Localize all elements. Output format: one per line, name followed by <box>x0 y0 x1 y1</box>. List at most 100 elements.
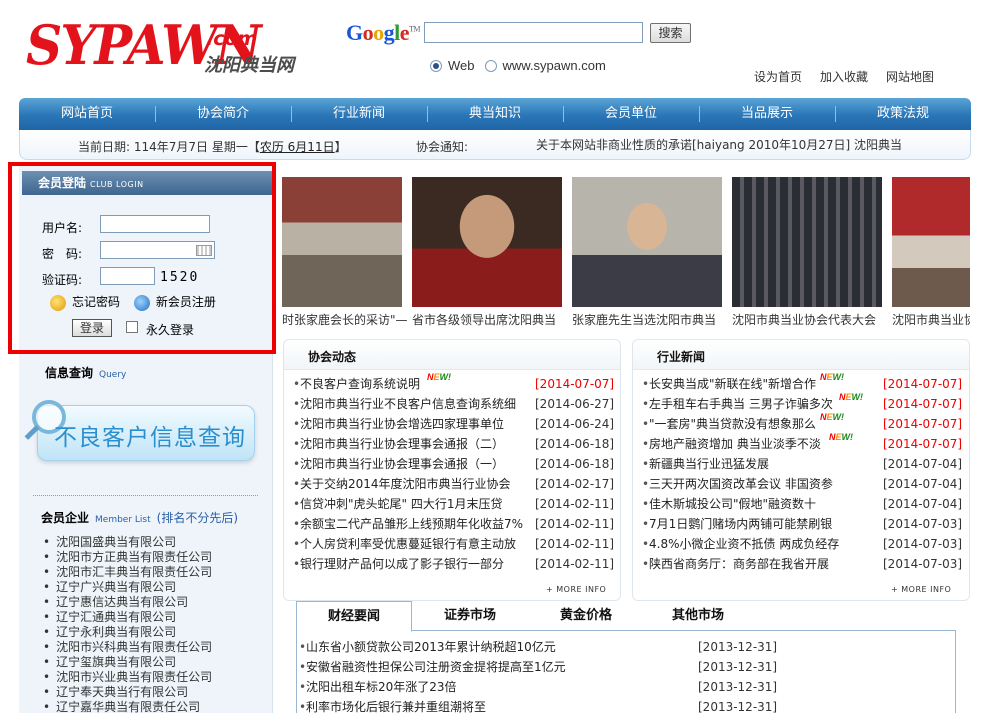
news-item[interactable]: 佳木斯城投公司"假地"融资数十[2014-07-04] <box>633 494 969 514</box>
member-item[interactable]: 沈阳市兴业典当有限责任公司 <box>43 670 212 685</box>
industry-news-box: 行业新闻 长安典当成"新联在线"新增合作NEW![2014-07-07] 左手租… <box>632 339 970 601</box>
association-news-title: 协会动态 <box>308 350 357 364</box>
news-item[interactable]: 左手租车右手典当 三男子诈骗多次NEW![2014-07-07] <box>633 392 969 414</box>
photo-image[interactable] <box>412 177 562 307</box>
industry-more-link[interactable]: MORE INFO <box>891 585 951 594</box>
member-item[interactable]: 辽宁奉天典当行有限公司 <box>43 685 212 700</box>
radio-site[interactable] <box>484 59 497 72</box>
remember-checkbox[interactable] <box>126 321 138 333</box>
photo-image[interactable] <box>892 177 970 307</box>
nav-pawn-knowledge[interactable]: 典当知识 <box>427 98 563 130</box>
news-item[interactable]: 沈阳市典当行业协会理事会通报（一）[2014-06-18] <box>284 454 620 474</box>
news-item[interactable]: 个人房贷利率受优惠蔓延银行有意主动放[2014-02-11] <box>284 534 620 554</box>
association-more-link[interactable]: MORE INFO <box>546 585 606 594</box>
member-item[interactable]: 沈阳市方正典当有限责任公司 <box>43 550 212 565</box>
notice-label: 协会通知: <box>416 140 469 154</box>
news-item[interactable]: 不良客户查询系统说明NEW![2014-07-07] <box>284 372 620 394</box>
photo-caption[interactable]: 省市各级领导出席沈阳典当 <box>412 311 556 328</box>
google-search-input[interactable] <box>424 22 643 43</box>
news-item[interactable]: 新疆典当行业迅猛发展[2014-07-04] <box>633 454 969 474</box>
photo-caption[interactable]: 张家鹿先生当选沈阳市典当 <box>572 311 716 328</box>
register-link[interactable]: 新会员注册 <box>156 295 216 309</box>
login-links: 忘记密码 新会员注册 <box>50 293 216 311</box>
photo-image[interactable] <box>732 177 882 307</box>
logo-chinese: 沈阳典当网 <box>204 55 294 76</box>
keyboard-icon[interactable] <box>196 245 212 256</box>
news-item[interactable]: 7月1日鹦门赌场内两铺可能禁刷银[2014-07-03] <box>633 514 969 534</box>
news-item[interactable]: "一套房"典当贷款没有想象那么NEW![2014-07-07] <box>633 412 969 434</box>
news-item[interactable]: 沈阳市典当行业协会增选四家理事单位[2014-06-24] <box>284 414 620 434</box>
login-button[interactable]: 登录 <box>72 319 112 337</box>
news-item[interactable]: 沈阳市典当行业不良客户信息查询系统细[2014-06-27] <box>284 394 620 414</box>
tab-stock-market[interactable]: 证券市场 <box>420 601 520 631</box>
tab-other-markets[interactable]: 其他市场 <box>648 601 748 631</box>
register-icon <box>133 294 150 311</box>
nav-members[interactable]: 会员单位 <box>563 98 699 130</box>
main-nav: 网站首页 协会简介 行业新闻 典当知识 会员单位 当品展示 政策法规 <box>19 98 971 130</box>
members-title: 会员企业 Member List (排名不分先后) <box>41 511 239 525</box>
member-item[interactable]: 辽宁惠信达典当有限公司 <box>43 595 212 610</box>
lunar-date-link[interactable]: 农历 6月11日 <box>260 140 335 154</box>
member-item[interactable]: 辽宁汇通典当有限公司 <box>43 610 212 625</box>
association-news-box: 协会动态 不良客户查询系统说明NEW![2014-07-07] 沈阳市典当行业不… <box>283 339 621 601</box>
photo-caption[interactable]: 沈阳市典当业协 <box>892 311 970 328</box>
info-query-title: 信息查询 Query <box>45 366 127 380</box>
finance-item[interactable]: 沈阳出租车标20年涨了23倍[2013-12-31] <box>296 677 956 697</box>
radio-web[interactable] <box>430 59 442 72</box>
news-item[interactable]: 沈阳市典当行业协会理事会通报（二）[2014-06-18] <box>284 434 620 454</box>
news-item[interactable]: 信贷冲刺"虎头蛇尾" 四大行1月末压贷[2014-02-11] <box>284 494 620 514</box>
news-item[interactable]: 长安典当成"新联在线"新增合作NEW![2014-07-07] <box>633 372 969 394</box>
search-button[interactable]: 搜索 <box>650 23 691 43</box>
photo-item[interactable]: 沈阳市典当业协 <box>892 177 970 332</box>
nav-policies[interactable]: 政策法规 <box>835 98 971 130</box>
member-item[interactable]: 辽宁玺旗典当有限公司 <box>43 655 212 670</box>
google-logo: GoogleTM <box>346 20 421 45</box>
member-item[interactable]: 辽宁广兴典当有限公司 <box>43 580 212 595</box>
photo-image[interactable] <box>572 177 722 307</box>
forgot-password-link[interactable]: 忘记密码 <box>72 295 120 309</box>
industry-news-title: 行业新闻 <box>657 350 706 364</box>
add-favorite-link[interactable]: 加入收藏 <box>820 68 868 85</box>
news-item[interactable]: 房地产融资增加 典当业淡季不淡NEW![2014-07-07] <box>633 432 969 454</box>
date-bar: 当前日期: 114年7月7日 星期一【农历 6月11日】 协会通知: 关于本网站… <box>19 130 971 160</box>
member-item[interactable]: 沈阳市汇丰典当有限责任公司 <box>43 565 212 580</box>
new-badge: NEW! <box>839 392 864 402</box>
search-scope: Web www.sypawn.com <box>430 58 616 73</box>
news-item[interactable]: 关于交纳2014年度沈阳市典当行业协会[2014-02-17] <box>284 474 620 494</box>
nav-home[interactable]: 网站首页 <box>19 98 155 130</box>
news-item[interactable]: 银行理财产品何以成了影子银行一部分[2014-02-11] <box>284 554 620 574</box>
member-item[interactable]: 沈阳国盛典当有限公司 <box>43 535 212 550</box>
news-item[interactable]: 4.8%小微企业资不抵债 两成负经存[2014-07-03] <box>633 534 969 554</box>
news-item[interactable]: 三天开两次国资改革会议 非国资参[2014-07-04] <box>633 474 969 494</box>
photo-caption[interactable]: 时张家鹿会长的采访"— <box>282 311 408 328</box>
captcha-code: 1520 <box>160 270 200 285</box>
photo-item[interactable]: 张家鹿先生当选沈阳市典当 <box>572 177 724 332</box>
password-input[interactable] <box>100 241 215 259</box>
member-item[interactable]: 辽宁嘉华典当有限责任公司 <box>43 700 212 713</box>
bad-customer-query-banner[interactable]: 不良客户信息查询 <box>32 400 255 461</box>
nav-industry-news[interactable]: 行业新闻 <box>291 98 427 130</box>
photo-image[interactable] <box>282 177 402 307</box>
finance-item[interactable]: 安徽省融资性担保公司注册资金提将提高至1亿元[2013-12-31] <box>296 657 956 677</box>
photo-item[interactable]: 省市各级领导出席沈阳典当 <box>412 177 564 332</box>
member-item[interactable]: 沈阳市兴科典当有限责任公司 <box>43 640 212 655</box>
set-homepage-link[interactable]: 设为首页 <box>754 68 802 85</box>
finance-item[interactable]: 利率市场化后银行兼并重组潮将至[2013-12-31] <box>296 697 956 713</box>
member-item[interactable]: 辽宁永利典当有限公司 <box>43 625 212 640</box>
tab-finance-news[interactable]: 财经要闻 <box>296 601 412 632</box>
sitemap-link[interactable]: 网站地图 <box>886 68 934 85</box>
username-label: 用户名: <box>42 221 83 235</box>
notice-marquee[interactable]: 关于本网站非商业性质的承诺[haiyang 2010年10月27日] 沈阳典当 <box>536 136 956 153</box>
finance-item[interactable]: 山东省小额贷款公司2013年累计纳税超10亿元[2013-12-31] <box>296 637 956 657</box>
captcha-input[interactable] <box>100 267 155 285</box>
nav-items-display[interactable]: 当品展示 <box>699 98 835 130</box>
nav-about[interactable]: 协会简介 <box>155 98 291 130</box>
tab-gold-price[interactable]: 黄金价格 <box>536 601 636 631</box>
photo-caption[interactable]: 沈阳市典当业协会代表大会 <box>732 311 876 328</box>
news-item[interactable]: 余额宝二代产品雏形上线预期年化收益7%[2014-02-11] <box>284 514 620 534</box>
photo-item[interactable]: 沈阳市典当业协会代表大会 <box>732 177 884 332</box>
news-item[interactable]: 陕西省商务厅：商务部在我省开展[2014-07-03] <box>633 554 969 574</box>
username-input[interactable] <box>100 215 210 233</box>
divider <box>33 495 258 496</box>
industry-news-list: 长安典当成"新联在线"新增合作NEW![2014-07-07] 左手租车右手典当… <box>633 372 969 574</box>
